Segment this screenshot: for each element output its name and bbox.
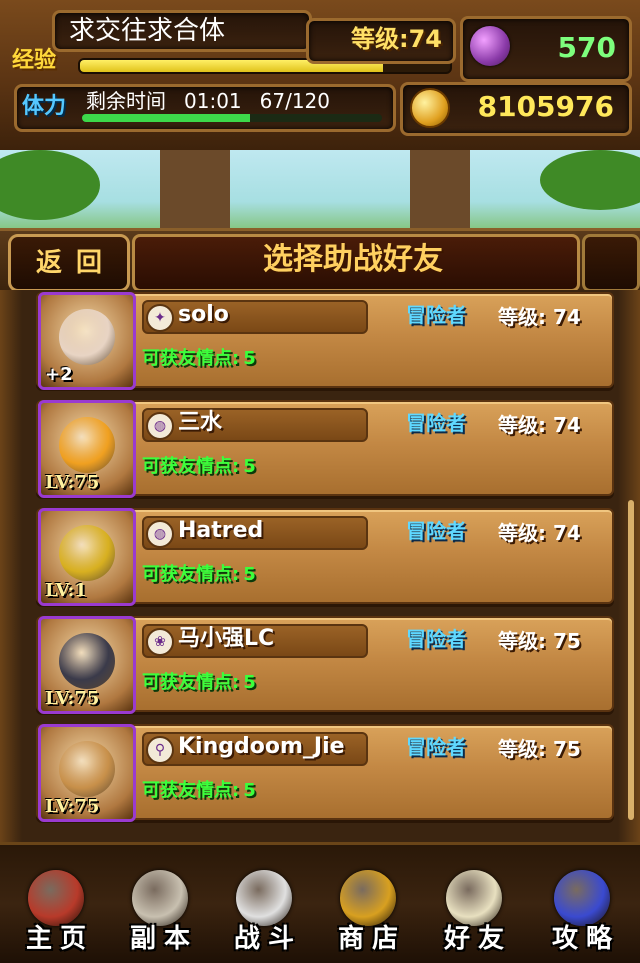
friend-card[interactable]: LV:75 ❀ 马小强LC 冒险者 等级: 75 可获友情点: 5: [36, 616, 614, 714]
tree-trunk-left: [160, 150, 230, 230]
friend-card[interactable]: LV:75 ⚲ Kingdoom_Jie 冒险者 等级: 75 可获友情点: 5: [36, 724, 614, 822]
friend-class: 冒险者: [406, 627, 466, 651]
nav-label: 副本: [129, 924, 198, 954]
wings-icon: [446, 870, 502, 926]
friend-level: 等级: 75: [498, 629, 581, 653]
points-value: 5: [243, 456, 256, 477]
friend-points: 可获友情点: 5: [142, 776, 392, 806]
nav-home[interactable]: 主页: [6, 870, 106, 958]
exp-label: 经验: [12, 48, 57, 73]
friend-name: Hatred: [178, 518, 264, 543]
avatar-face: [59, 633, 115, 689]
friend-card[interactable]: +2 ✦ solo 冒险者 等级: 74 可获友情点: 5: [36, 292, 614, 390]
friend-avatar: +2: [38, 292, 136, 390]
points-label: 可获友情点:: [142, 348, 240, 369]
friend-points: 可获友情点: 5: [142, 668, 392, 698]
friend-level: 等级: 75: [498, 737, 581, 761]
stamina-label: 体力: [22, 94, 67, 119]
player-level: 等级:74: [351, 25, 442, 53]
points-label: 可获友情点:: [142, 564, 240, 585]
friend-level: 等级: 74: [498, 413, 581, 437]
shell-icon: ◍: [146, 412, 174, 440]
nav-label: 商店: [337, 924, 406, 954]
stamina-time-label: 剩余时间: [86, 89, 166, 113]
staff-icon: ⚲: [146, 736, 174, 764]
skull-icon: [132, 870, 188, 926]
points-label: 可获友情点:: [142, 780, 240, 801]
stamina-info: 剩余时间 01:01 67/120: [86, 86, 386, 116]
friend-name: solo: [178, 302, 229, 327]
gem-count: 570: [557, 31, 616, 64]
nav-friends[interactable]: 好友: [424, 870, 524, 958]
nav-battle[interactable]: 战斗: [214, 870, 314, 958]
player-name: 求交往求合体: [52, 10, 312, 52]
friend-avatar: LV:75: [38, 400, 136, 498]
stamina-bar: [82, 114, 382, 122]
avatar-badge: LV:75: [45, 688, 100, 709]
points-value: 5: [243, 348, 256, 369]
friend-points: 可获友情点: 5: [142, 344, 392, 374]
friend-level: 等级: 74: [498, 521, 581, 545]
nav-label: 主页: [25, 924, 94, 954]
stamina-bar-fill: [82, 114, 250, 122]
shell-icon: ◍: [146, 520, 174, 548]
friend-avatar: LV:75: [38, 616, 136, 714]
friend-name: Kingdoom_Jie: [178, 734, 345, 759]
stamina-value: 67/120: [259, 89, 331, 113]
target-icon: [236, 870, 292, 926]
points-value: 5: [243, 780, 256, 801]
avatar-face: [59, 417, 115, 473]
nav-guide[interactable]: 攻略: [532, 870, 632, 958]
coin-icon: [410, 88, 450, 128]
nav-label: 攻略: [551, 924, 620, 954]
points-label: 可获友情点:: [142, 456, 240, 477]
points-label: 可获友情点:: [142, 672, 240, 693]
page-title: 选择助战好友: [263, 242, 443, 277]
list-scrollbar[interactable]: [628, 500, 634, 820]
avatar-badge: LV:75: [45, 796, 100, 817]
list-frame-left: [0, 290, 22, 842]
friend-points: 可获友情点: 5: [142, 560, 392, 590]
friend-class: 冒险者: [406, 411, 466, 435]
nav-label: 战斗: [233, 924, 302, 954]
gem-icon: [470, 26, 510, 66]
friend-class: 冒险者: [406, 303, 466, 327]
nav-shop[interactable]: 商店: [318, 870, 418, 958]
tree-trunk-right: [410, 150, 470, 230]
friend-name: 马小强LC: [178, 626, 275, 651]
house-icon: [28, 870, 84, 926]
friend-card[interactable]: LV:1 ◍ Hatred 冒险者 等级: 74 可获友情点: 5: [36, 508, 614, 606]
stamina-timer: 01:01: [184, 89, 242, 113]
avatar-face: [59, 525, 115, 581]
avatar-badge: LV:75: [45, 472, 100, 493]
wizard-hat-icon: [554, 870, 610, 926]
friend-avatar: LV:75: [38, 724, 136, 822]
points-value: 5: [243, 672, 256, 693]
coin-count: 8105976: [477, 90, 614, 123]
avatar-face: [59, 309, 115, 365]
avatar-badge: +2: [45, 364, 73, 385]
friend-avatar: LV:1: [38, 508, 136, 606]
nav-dungeon[interactable]: 副本: [110, 870, 210, 958]
paw-icon: ❀: [146, 628, 174, 656]
friend-level: 等级: 74: [498, 305, 581, 329]
sword-icon: ✦: [146, 304, 174, 332]
nav-label: 好友: [443, 924, 512, 954]
avatar-badge: LV:1: [45, 580, 87, 601]
title-ornament: [582, 234, 640, 292]
friend-name: 三水: [178, 410, 223, 435]
crown-icon: [340, 870, 396, 926]
avatar-face: [59, 741, 115, 797]
friend-class: 冒险者: [406, 519, 466, 543]
friend-class: 冒险者: [406, 735, 466, 759]
points-value: 5: [243, 564, 256, 585]
back-button[interactable]: 返回: [8, 234, 130, 292]
friend-card[interactable]: LV:75 ◍ 三水 冒险者 等级: 74 可获友情点: 5: [36, 400, 614, 498]
friend-points: 可获友情点: 5: [142, 452, 392, 482]
